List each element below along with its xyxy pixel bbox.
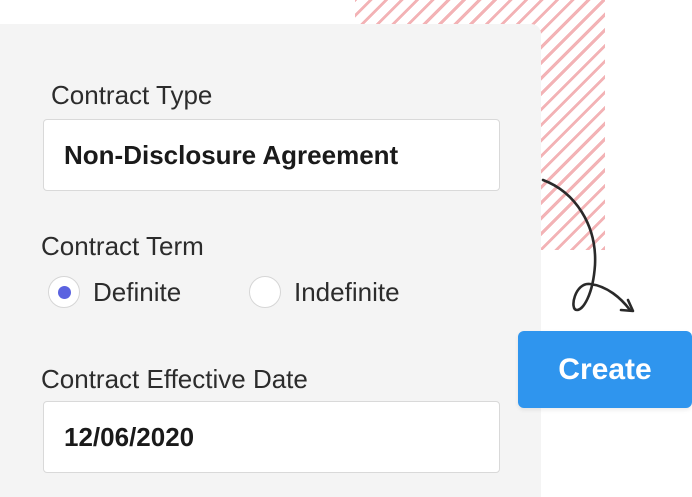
radio-dot-icon bbox=[57, 285, 71, 299]
contract-term-label: Contract Term bbox=[41, 231, 204, 261]
contract-type-field[interactable]: Non-Disclosure Agreement bbox=[43, 119, 500, 191]
create-button[interactable]: Create bbox=[518, 331, 692, 408]
radio-option-indefinite[interactable]: Indefinite bbox=[249, 275, 400, 309]
radio-label-definite: Definite bbox=[93, 277, 182, 307]
radio-label-indefinite: Indefinite bbox=[294, 277, 400, 307]
effective-date-label: Contract Effective Date bbox=[41, 364, 308, 394]
effective-date-field[interactable]: 12/06/2020 bbox=[43, 401, 500, 473]
radio-button-unselected-icon[interactable] bbox=[249, 276, 281, 308]
radio-option-definite[interactable]: Definite bbox=[48, 275, 181, 309]
contract-type-label: Contract Type bbox=[51, 80, 213, 110]
curly-arrow-icon bbox=[541, 178, 635, 313]
radio-button-selected-icon[interactable] bbox=[48, 276, 80, 308]
contract-form-card: Contract Type Non-Disclosure Agreement C… bbox=[0, 24, 541, 497]
